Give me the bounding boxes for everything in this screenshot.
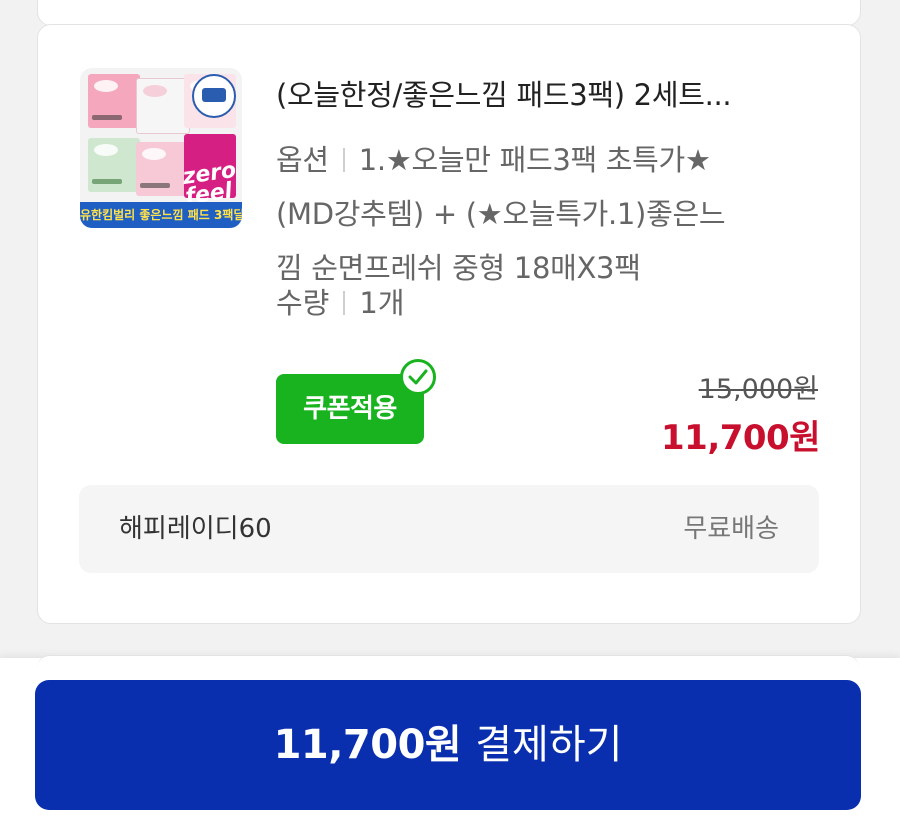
- next-card-peek: [37, 655, 859, 668]
- option-line-2: (MD강추템) + (★오늘특가.1)좋은느: [276, 197, 726, 231]
- thumbnail-pack-text: zero feel: [181, 157, 238, 210]
- sale-price: 11,700원: [661, 418, 820, 458]
- option-line-1: 1.★오늘만 패드3팩 초특가★: [358, 143, 711, 177]
- option-line-3: 낌 순면프레쉬 중형 18매X3팩: [276, 251, 641, 285]
- pay-label: 결제하기: [475, 722, 623, 768]
- pack-image: [88, 74, 140, 128]
- product-thumbnail[interactable]: zero feel 유한킴벌리 좋은느낌 패드 3팩딜: [80, 68, 242, 228]
- option-label: 옵션: [276, 143, 329, 177]
- official-seal-icon: [192, 74, 236, 118]
- divider: [342, 148, 345, 172]
- previous-card: [37, 0, 861, 26]
- quantity-label: 수량: [276, 286, 330, 320]
- shipping-info-box: 해피레이디60 무료배송: [79, 485, 819, 573]
- product-title[interactable]: (오늘한정/좋은느낌 패드3팩) 2세트...: [276, 75, 836, 115]
- order-item-card: zero feel 유한킴벌리 좋은느낌 패드 3팩딜 (오늘한정/좋은느낌 패…: [37, 24, 861, 624]
- pay-amount: 11,700원: [273, 722, 462, 768]
- check-icon: [400, 359, 436, 395]
- pack-image: [136, 78, 190, 134]
- divider: [343, 291, 346, 315]
- quantity-row: 수량 1개: [276, 283, 405, 323]
- pay-button[interactable]: 11,700원 결제하기: [35, 680, 861, 810]
- seller-name: 해피레이디60: [119, 514, 272, 544]
- pack-image: [136, 142, 188, 196]
- thumbnail-banner: 유한킴벌리 좋은느낌 패드 3팩딜: [80, 202, 242, 228]
- quantity-value: 1개: [359, 286, 405, 320]
- original-price: 15,000원: [698, 374, 818, 405]
- shipping-fee: 무료배송: [683, 514, 779, 544]
- option-text: 옵션 1.★오늘만 패드3팩 초특가★ (MD강추템) + (★오늘특가.1)좋은…: [276, 133, 821, 295]
- checkout-page: zero feel 유한킴벌리 좋은느낌 패드 3팩딜 (오늘한정/좋은느낌 패…: [0, 0, 900, 822]
- pack-image: [88, 138, 140, 192]
